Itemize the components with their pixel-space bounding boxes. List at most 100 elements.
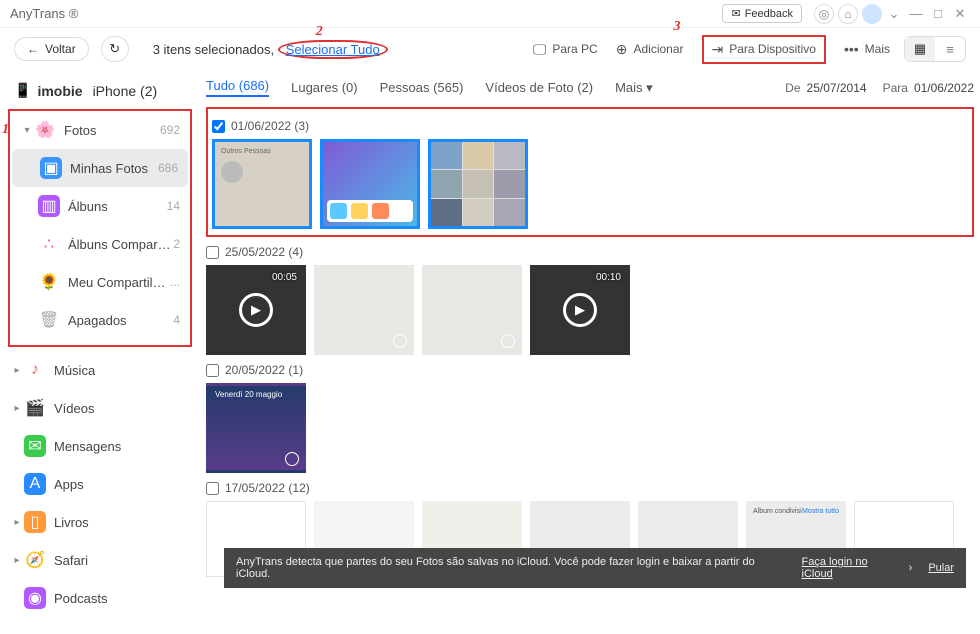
skip-link[interactable]: Pular	[928, 562, 954, 574]
to-device-button[interactable]: ⇥Para Dispositivo	[702, 35, 826, 64]
to-pc-button[interactable]: 🖵Para PC	[533, 41, 598, 58]
thumb-caption: Venerdì 20 maggio	[215, 390, 282, 399]
gift-icon[interactable]: ⌂	[838, 4, 858, 24]
tab-all[interactable]: Tudo (686)	[206, 78, 269, 97]
list-view-button[interactable]: ≡	[935, 37, 965, 61]
plus-circle-icon: ⊕	[616, 41, 628, 58]
sidebar-item-podcasts[interactable]: ◉ Podcasts	[0, 579, 200, 617]
chevron-right-icon: ▸	[10, 365, 24, 376]
annotation-3: 3	[674, 19, 681, 35]
sidebar-item-count: 692	[160, 123, 180, 137]
select-all-link[interactable]: Selecionar Tudo	[278, 40, 388, 59]
selection-count: 3 itens selecionados,	[153, 42, 274, 57]
thumb-link: Mostra tutto	[802, 508, 839, 515]
more-label: Mais	[865, 42, 890, 56]
video-thumb[interactable]: 00:05 ▶	[206, 265, 306, 355]
photo-thumb[interactable]	[320, 139, 420, 229]
sidebar-item-shared-albums[interactable]: ∴ Álbuns Compartilhados 2	[10, 225, 190, 263]
more-button[interactable]: •••Mais	[844, 41, 890, 57]
sidebar-item-my-photos[interactable]: ▣ Minhas Fotos 686	[12, 149, 188, 187]
mail-icon: ✉	[731, 7, 740, 20]
date-from-label: De	[785, 81, 800, 95]
tab-more[interactable]: Mais ▾	[615, 80, 653, 96]
photo-thumb[interactable]	[314, 265, 414, 355]
device-icon: ⇥	[712, 41, 724, 58]
play-icon: ▶	[239, 293, 273, 327]
live-icon	[285, 452, 299, 466]
notice-text: AnyTrans detecta que partes do seu Fotos…	[236, 556, 786, 580]
sidebar-item-label: Álbuns	[68, 199, 167, 214]
sidebar-item-label: Fotos	[64, 123, 160, 138]
sidebar-item-label: Álbuns Compartilhados	[68, 237, 173, 252]
trash-icon: 🗑	[38, 309, 60, 331]
sunflower-icon: 🌻	[38, 271, 60, 293]
tab-photo-videos[interactable]: Vídeos de Foto (2)	[485, 80, 593, 95]
minimize-button[interactable]: —	[906, 6, 926, 21]
section-checkbox[interactable]	[206, 482, 219, 495]
photo-thumb[interactable]: Venerdì 20 maggio	[206, 383, 306, 473]
photo-thumb[interactable]	[428, 139, 528, 229]
sidebar-item-label: Música	[54, 363, 190, 378]
grid-view-button[interactable]: ▦	[905, 37, 935, 61]
photo-thumb[interactable]	[422, 265, 522, 355]
icloud-notice: AnyTrans detecta que partes do seu Fotos…	[224, 548, 966, 588]
sidebar-item-apps[interactable]: A Apps	[0, 465, 200, 503]
podcast-icon: ◉	[24, 587, 46, 609]
sidebar-item-my-sharing[interactable]: 🌻 Meu Compartilhame... ...	[10, 263, 190, 301]
video-thumb[interactable]: 00:10 ▶	[530, 265, 630, 355]
section-date: 17/05/2022 (12)	[225, 481, 310, 495]
appstore-icon: A	[24, 473, 46, 495]
date-to-value[interactable]: 01/06/2022	[914, 81, 974, 95]
sidebar-item-safari[interactable]: ▸ 🧭 Safari	[0, 541, 200, 579]
photo-thumb[interactable]: Outros Pessoas	[212, 139, 312, 229]
sidebar-item-deleted[interactable]: 🗑 Apagados 4	[10, 301, 190, 339]
maximize-button[interactable]: □	[928, 6, 948, 21]
sync-icon[interactable]: ◎	[814, 4, 834, 24]
chevron-down-icon: ▾	[20, 125, 34, 136]
caret-down-icon[interactable]: ⌄	[884, 6, 904, 22]
sidebar-item-count: 14	[167, 199, 180, 213]
sidebar-item-label: Meu Compartilhame...	[68, 275, 170, 290]
device-model: iPhone (2)	[93, 83, 158, 99]
sidebar-item-messages[interactable]: ✉ Mensagens	[0, 427, 200, 465]
device-name: imobie	[37, 83, 82, 99]
feedback-button[interactable]: ✉ Feedback	[722, 4, 802, 23]
sidebar-item-label: Mensagens	[54, 439, 190, 454]
thumb-caption: Album condivisi	[753, 508, 802, 515]
close-button[interactable]: ✕	[950, 6, 970, 22]
section-checkbox[interactable]	[212, 120, 225, 133]
refresh-button[interactable]: ↻	[101, 36, 129, 62]
sidebar-item-albums[interactable]: ▥ Álbuns 14	[10, 187, 190, 225]
chevron-right-icon: ›	[909, 562, 913, 574]
sidebar-item-label: Safari	[54, 553, 190, 568]
video-duration: 00:05	[272, 272, 297, 283]
date-from-value[interactable]: 25/07/2014	[807, 81, 867, 95]
sidebar-item-label: Minhas Fotos	[70, 161, 158, 176]
video-icon: 🎬	[24, 397, 46, 419]
sidebar-item-videos[interactable]: ▸ 🎬 Vídeos	[0, 389, 200, 427]
sidebar-item-books[interactable]: ▸ ▯ Livros	[0, 503, 200, 541]
play-icon: ▶	[563, 293, 597, 327]
arrow-left-icon: ←	[27, 42, 39, 56]
section-date: 01/06/2022 (3)	[231, 119, 309, 133]
add-label: Adicionar	[633, 42, 683, 56]
tab-places[interactable]: Lugares (0)	[291, 80, 357, 95]
section-date: 20/05/2022 (1)	[225, 363, 303, 377]
live-icon	[393, 334, 407, 348]
add-button[interactable]: ⊕ Adicionar	[616, 41, 684, 58]
sidebar-item-music[interactable]: ▸ ♪ Música	[0, 351, 200, 389]
monitor-icon: 🖵	[533, 41, 547, 58]
sidebar-item-label: Vídeos	[54, 401, 190, 416]
sidebar-item-label: Apagados	[68, 313, 173, 328]
icloud-login-link[interactable]: Faça login no iCloud	[802, 556, 901, 580]
back-button[interactable]: ← Voltar	[14, 37, 89, 61]
tab-people[interactable]: Pessoas (565)	[380, 80, 464, 95]
sidebar-item-photos[interactable]: ▾ 🌸 Fotos 692	[10, 111, 190, 149]
photo-icon: ▣	[40, 157, 62, 179]
sidebar-item-label: Podcasts	[54, 591, 190, 606]
thumb-caption: Outros Pessoas	[221, 148, 271, 155]
section-date: 25/05/2022 (4)	[225, 245, 303, 259]
section-checkbox[interactable]	[206, 246, 219, 259]
section-checkbox[interactable]	[206, 364, 219, 377]
avatar[interactable]	[862, 4, 882, 24]
